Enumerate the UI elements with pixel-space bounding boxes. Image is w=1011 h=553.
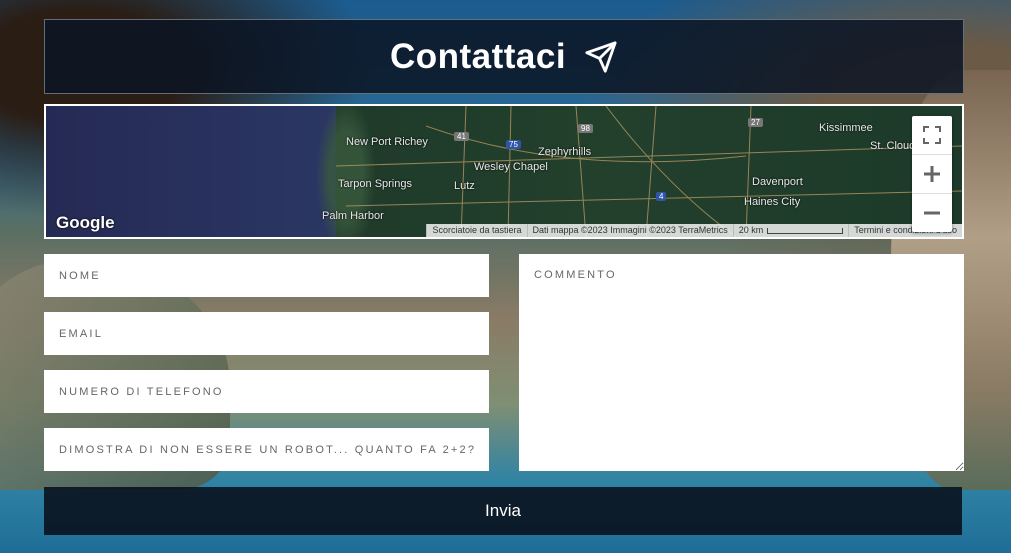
place-new-port-richey: New Port Richey bbox=[346, 136, 428, 148]
map-attribution: Scorciatoie da tastiera Dati mappa ©2023… bbox=[426, 224, 962, 237]
phone-input[interactable] bbox=[44, 370, 489, 413]
contact-header: Contattaci bbox=[44, 19, 964, 94]
google-logo: Google bbox=[56, 213, 115, 232]
map-scale-label: 20 km bbox=[738, 225, 764, 235]
map-controls bbox=[912, 116, 952, 232]
captcha-input[interactable] bbox=[44, 428, 489, 471]
google-map[interactable]: New Port Richey Tarpon Springs Palm Harb… bbox=[44, 104, 964, 239]
fullscreen-icon bbox=[923, 126, 941, 144]
place-davenport: Davenport bbox=[752, 176, 803, 188]
place-haines-city: Haines City bbox=[744, 196, 801, 208]
shield-98: 98 bbox=[578, 124, 593, 133]
plus-icon bbox=[924, 166, 940, 182]
place-wesley-chapel: Wesley Chapel bbox=[474, 161, 548, 173]
email-input[interactable] bbox=[44, 312, 489, 355]
shield-75: 75 bbox=[506, 140, 521, 149]
place-st-cloud: St. Cloud bbox=[870, 140, 916, 152]
place-palm-harbor: Palm Harbor bbox=[322, 210, 384, 222]
shield-41: 41 bbox=[454, 132, 469, 141]
contact-form-fields bbox=[44, 254, 489, 486]
page-title: Contattaci bbox=[389, 36, 567, 76]
minus-icon bbox=[924, 211, 940, 215]
place-kissimmee: Kissimmee bbox=[819, 122, 873, 134]
map-data-text: Dati mappa ©2023 Immagini ©2023 TerraMet… bbox=[526, 224, 733, 237]
comment-textarea[interactable] bbox=[519, 254, 964, 471]
zoom-in-button[interactable] bbox=[912, 154, 952, 193]
map-scale[interactable]: 20 km bbox=[732, 224, 849, 237]
scale-bar bbox=[767, 227, 844, 234]
place-zephyrhills: Zephyrhills bbox=[538, 146, 592, 158]
submit-button[interactable]: Invia bbox=[44, 487, 962, 535]
zoom-out-button[interactable] bbox=[912, 193, 952, 232]
place-lutz: Lutz bbox=[454, 180, 475, 192]
shield-27: 27 bbox=[748, 118, 763, 127]
keyboard-shortcuts-link[interactable]: Scorciatoie da tastiera bbox=[426, 224, 526, 237]
fullscreen-button[interactable] bbox=[912, 116, 952, 154]
name-input[interactable] bbox=[44, 254, 489, 297]
shield-4: 4 bbox=[656, 192, 667, 201]
paper-plane-icon bbox=[584, 40, 618, 74]
place-tarpon-springs: Tarpon Springs bbox=[338, 178, 412, 190]
